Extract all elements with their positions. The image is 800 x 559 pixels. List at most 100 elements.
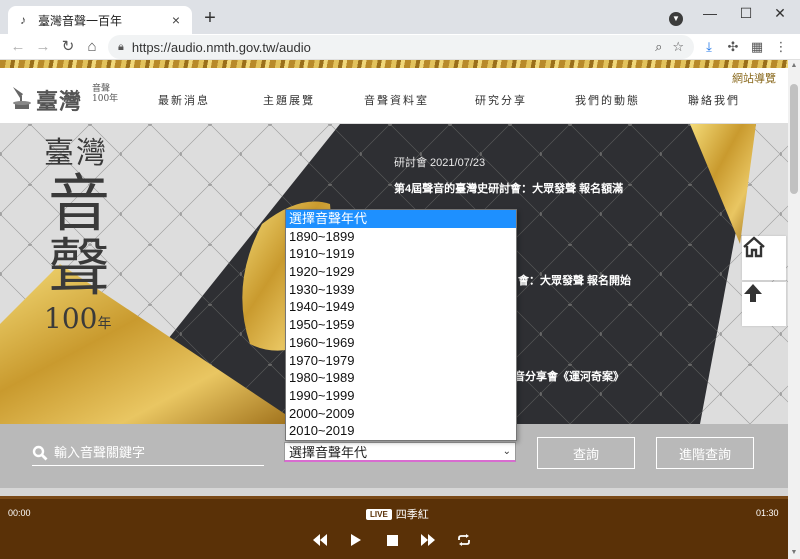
time-current: 00:00 <box>8 508 31 518</box>
news-block: 研討會 2021/07/23 第4屆聲音的臺灣史研討會：大眾發聲 報名額滿 <box>394 154 694 196</box>
audio-player: 00:00 01:30 LIVE 四季紅 <box>0 496 788 559</box>
query-button[interactable]: 查詢 <box>537 437 635 469</box>
nav-audio-archive[interactable]: 音聲資料室 <box>364 92 429 108</box>
new-tab-button[interactable]: + <box>200 8 220 28</box>
address-bar[interactable]: 🔒︎ ⌕ ☆ <box>108 35 694 59</box>
menu-kebab-icon[interactable]: ⋮ <box>772 38 790 56</box>
year-dropdown-list: 選擇音聲年代 1890~1899 1910~1919 1920~1929 193… <box>285 209 517 441</box>
stop-icon <box>386 534 398 546</box>
year-option[interactable]: 1970~1979 <box>286 352 516 370</box>
arrow-up-icon <box>744 284 762 302</box>
year-option[interactable]: 1980~1989 <box>286 369 516 387</box>
hero-title-line2: 音 <box>48 167 111 240</box>
hero-vertical-title: 臺灣 音 聲 100年 <box>44 128 111 335</box>
fast-forward-button[interactable] <box>420 532 436 548</box>
year-option[interactable]: 1990~1999 <box>286 387 516 405</box>
browser-tab-bar: ♪ 臺灣音聲一百年 × + ▼ — ☐ ✕ <box>0 0 800 34</box>
home-icon[interactable]: ⌂ <box>82 37 102 57</box>
browser-tab[interactable]: ♪ 臺灣音聲一百年 × <box>8 6 192 34</box>
year-option[interactable]: 選擇音聲年代 <box>286 210 516 228</box>
nav-activities[interactable]: 我們的動態 <box>575 92 640 108</box>
play-icon <box>351 534 361 546</box>
main-nav: 最新消息 主題展覽 音聲資料室 研究分享 我們的動態 聯絡我們 <box>130 92 770 112</box>
hero-title-num: 100 <box>44 302 98 335</box>
news-headline-3[interactable]: 音分享會《運河奇案》 <box>514 368 624 384</box>
forward-arrow-icon[interactable]: → <box>33 37 53 57</box>
back-arrow-icon[interactable]: ← <box>8 37 28 57</box>
news-headline-2[interactable]: 會：大眾發聲 報名開始 <box>518 272 631 288</box>
lock-icon[interactable]: 🔒︎ <box>118 41 124 54</box>
fast-forward-icon <box>421 534 435 546</box>
year-option[interactable]: 1930~1939 <box>286 281 516 299</box>
year-option[interactable]: 1920~1929 <box>286 263 516 281</box>
year-option[interactable]: 1890~1899 <box>286 228 516 246</box>
play-button[interactable] <box>348 532 364 548</box>
repeat-icon <box>458 534 470 546</box>
divider-bar <box>0 488 788 496</box>
site-header: 臺灣 音聲 100年 最新消息 主題展覽 音聲資料室 研究分享 我們的動態 聯絡… <box>0 68 788 124</box>
scroll-up-icon[interactable]: ▲ <box>788 60 800 72</box>
tab-title: 臺灣音聲一百年 <box>38 13 123 28</box>
close-window-button[interactable]: ✕ <box>766 4 794 22</box>
logo-subtext: 音聲 100年 <box>92 84 118 104</box>
page-scrollbar[interactable]: ▲ ▼ <box>788 60 800 559</box>
bookmark-star-icon[interactable]: ☆ <box>672 39 684 55</box>
house-icon <box>743 236 765 258</box>
keyword-input[interactable] <box>54 445 264 460</box>
year-option[interactable]: 1950~1959 <box>286 316 516 334</box>
nav-contact[interactable]: 聯絡我們 <box>688 92 740 108</box>
back-to-top-button[interactable] <box>742 282 786 326</box>
logo-subtext-2: 100年 <box>92 94 119 104</box>
zoom-icon[interactable]: ⌕ <box>655 39 662 55</box>
site-logo[interactable]: 臺灣 音聲 100年 <box>10 80 120 115</box>
gramophone-icon <box>13 87 31 109</box>
year-option[interactable]: 1910~1919 <box>286 245 516 263</box>
profile-avatar-icon[interactable]: ▦ <box>748 38 766 56</box>
logo-text: 臺灣 <box>36 89 83 115</box>
nav-latest-news[interactable]: 最新消息 <box>158 92 210 108</box>
reload-icon[interactable]: ↻ <box>58 37 78 57</box>
search-icon <box>32 445 48 460</box>
live-badge: LIVE <box>366 508 392 520</box>
home-shortcut-button[interactable] <box>742 236 786 280</box>
url-input[interactable] <box>131 39 646 55</box>
player-progress-bar[interactable] <box>0 496 788 499</box>
scrollbar-thumb[interactable] <box>790 84 798 194</box>
hero-title-number: 100年 <box>44 302 111 335</box>
gold-top-strip <box>0 60 788 68</box>
advanced-query-button[interactable]: 進階查詢 <box>656 437 754 469</box>
logo-subtext-1: 音聲 <box>92 84 111 94</box>
year-option[interactable]: 2000~2009 <box>286 405 516 423</box>
nav-exhibitions[interactable]: 主題展覽 <box>263 92 315 108</box>
year-option[interactable]: 1960~1969 <box>286 334 516 352</box>
hero-title-unit: 年 <box>97 316 112 332</box>
rewind-icon <box>313 534 327 546</box>
year-option[interactable]: 1940~1949 <box>286 298 516 316</box>
browser-toolbar: ← → ↻ ⌂ 🔒︎ ⌕ ☆ ⤓ ✣ ▦ ⋮ <box>0 34 800 60</box>
download-icon[interactable]: ⤓ <box>700 38 718 56</box>
nav-research[interactable]: 研究分享 <box>475 92 527 108</box>
year-select-value: 選擇音聲年代 <box>289 445 368 460</box>
now-playing: LIVE 四季紅 <box>366 506 429 522</box>
news-date: 研討會 2021/07/23 <box>394 157 486 169</box>
minimize-button[interactable]: — <box>696 4 724 22</box>
news-headline-1[interactable]: 第4屆聲音的臺灣史研討會：大眾發聲 報名額滿 <box>394 180 694 196</box>
tab-close-icon[interactable]: × <box>168 12 184 28</box>
site-favicon-icon: ♪ <box>20 13 26 27</box>
maximize-button[interactable]: ☐ <box>732 4 760 22</box>
stop-button[interactable] <box>384 532 400 548</box>
extensions-puzzle-icon[interactable]: ✣ <box>724 38 742 56</box>
time-total: 01:30 <box>756 508 779 518</box>
sitemap-link[interactable]: 網站導覽 <box>732 70 776 86</box>
keyword-search[interactable] <box>32 440 264 466</box>
hero-title-line3: 聲 <box>48 231 111 304</box>
track-title: 四季紅 <box>395 509 429 521</box>
year-option[interactable]: 2010~2019 <box>286 422 516 440</box>
chevron-down-icon: ⌄ <box>502 446 511 457</box>
year-select[interactable]: 選擇音聲年代 ⌄ <box>284 442 516 462</box>
repeat-button[interactable] <box>456 532 472 548</box>
rewind-button[interactable] <box>312 532 328 548</box>
scroll-down-icon[interactable]: ▼ <box>788 547 800 559</box>
tab-search-icon[interactable]: ▼ <box>669 12 683 26</box>
hero-title-line1: 臺灣 <box>44 136 108 171</box>
